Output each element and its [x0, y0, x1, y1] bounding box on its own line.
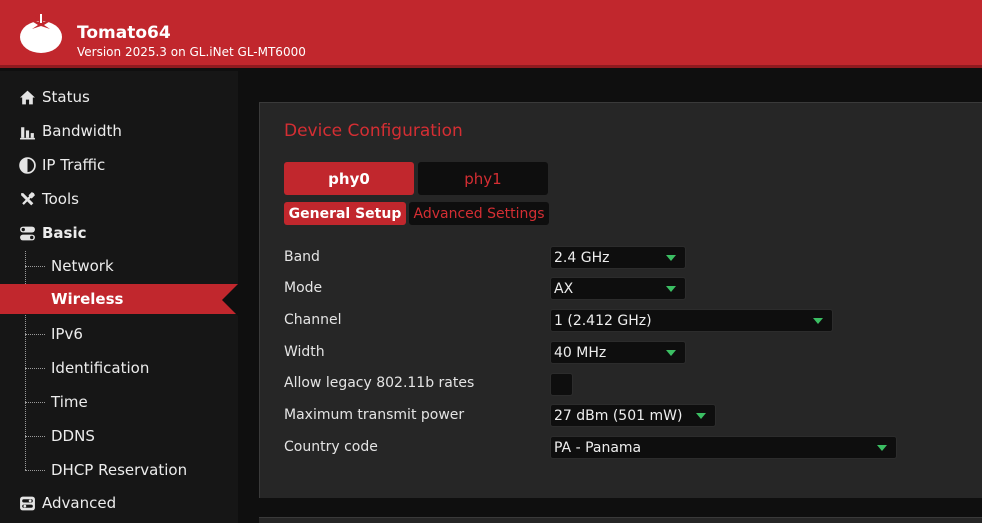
sidebar-item-label: DDNS [51, 427, 95, 445]
sidebar-item-label: Identification [51, 359, 150, 377]
app-window: Tomato64 Version 2025.3 on GL.iNet GL-MT… [0, 0, 982, 523]
home-icon [19, 89, 36, 106]
panel-title: Device Configuration [284, 121, 463, 141]
sidebar-item-identification[interactable]: Identification [0, 353, 238, 383]
sidebar-item-ddns[interactable]: DDNS [0, 421, 238, 451]
chevron-down-icon [877, 445, 887, 451]
app-version: Version 2025.3 on GL.iNet GL-MT6000 [77, 45, 306, 59]
subtab-general-setup[interactable]: General Setup [284, 202, 406, 225]
country-code-label: Country code [284, 439, 378, 455]
advanced-icon [19, 495, 36, 512]
sidebar-item-wireless[interactable]: Wireless [0, 284, 238, 314]
sidebar-item-advanced[interactable]: Advanced [0, 488, 238, 518]
sidebar-item-tools[interactable]: Tools [0, 184, 238, 214]
channel-select[interactable]: 1 (2.412 GHz) [550, 309, 833, 332]
next-panel-edge [259, 517, 982, 523]
transmit-power-label: Maximum transmit power [284, 407, 465, 423]
active-indicator-arrow [222, 284, 238, 316]
chevron-down-icon [666, 255, 676, 261]
chevron-down-icon [666, 350, 676, 356]
sidebar-item-time[interactable]: Time [0, 387, 238, 417]
header: Tomato64 Version 2025.3 on GL.iNet GL-MT… [0, 0, 982, 68]
sidebar-item-label: Tools [42, 190, 79, 208]
chevron-down-icon [696, 413, 706, 419]
app-title: Tomato64 [77, 23, 171, 43]
sidebar-item-label: Wireless [51, 290, 124, 308]
transmit-power-value: 27 dBm (501 mW) [554, 407, 683, 424]
legacy-rates-label: Allow legacy 802.11b rates [284, 375, 475, 391]
device-configuration-panel: Device Configuration phy0 phy1 General S… [259, 102, 982, 498]
sidebar-item-status[interactable]: Status [0, 82, 238, 112]
tab-phy0[interactable]: phy0 [284, 162, 414, 195]
transmit-power-select[interactable]: 27 dBm (501 mW) [550, 404, 716, 427]
sidebar-item-label: Network [51, 257, 114, 275]
band-label: Band [284, 249, 320, 265]
band-value: 2.4 GHz [554, 249, 610, 266]
sidebar-item-label: Basic [42, 224, 87, 242]
tools-icon [19, 191, 36, 208]
sidebar-item-label: IPv6 [51, 325, 83, 343]
pie-chart-icon [19, 156, 36, 174]
band-select[interactable]: 2.4 GHz [550, 246, 686, 269]
chevron-down-icon [813, 318, 823, 324]
tab-phy1[interactable]: phy1 [418, 162, 548, 195]
sidebar: Status Bandwidth IP Traffic Tools Basic [0, 71, 238, 523]
sidebar-item-label: Time [51, 393, 88, 411]
sidebar-item-label: Bandwidth [42, 122, 122, 140]
sidebar-item-bandwidth[interactable]: Bandwidth [0, 116, 238, 146]
width-value: 40 MHz [554, 344, 607, 361]
mode-label: Mode [284, 280, 323, 296]
sidebar-item-ip-traffic[interactable]: IP Traffic [0, 150, 238, 180]
country-code-value: PA - Panama [554, 439, 642, 456]
channel-label: Channel [284, 312, 342, 328]
tomato-logo-icon [20, 14, 62, 53]
sidebar-item-ipv6[interactable]: IPv6 [0, 319, 238, 349]
sidebar-item-label: IP Traffic [42, 156, 106, 174]
country-code-select[interactable]: PA - Panama [550, 436, 897, 459]
subtab-advanced-settings[interactable]: Advanced Settings [409, 202, 549, 225]
sidebar-item-dhcp-reservation[interactable]: DHCP Reservation [0, 455, 238, 485]
mode-value: AX [554, 280, 574, 297]
width-select[interactable]: 40 MHz [550, 341, 686, 364]
chevron-down-icon [666, 286, 676, 292]
sidebar-item-basic[interactable]: Basic [0, 218, 238, 248]
sidebar-item-label: Advanced [42, 494, 117, 512]
mode-select[interactable]: AX [550, 277, 686, 300]
sidebar-item-network[interactable]: Network [0, 251, 238, 281]
sidebar-item-label: DHCP Reservation [51, 461, 188, 479]
channel-value: 1 (2.412 GHz) [554, 312, 652, 329]
width-label: Width [284, 344, 325, 360]
bar-chart-icon [19, 123, 36, 140]
legacy-rates-checkbox[interactable] [550, 373, 573, 396]
sidebar-item-label: Status [42, 88, 90, 106]
toggle-icon [19, 225, 36, 242]
